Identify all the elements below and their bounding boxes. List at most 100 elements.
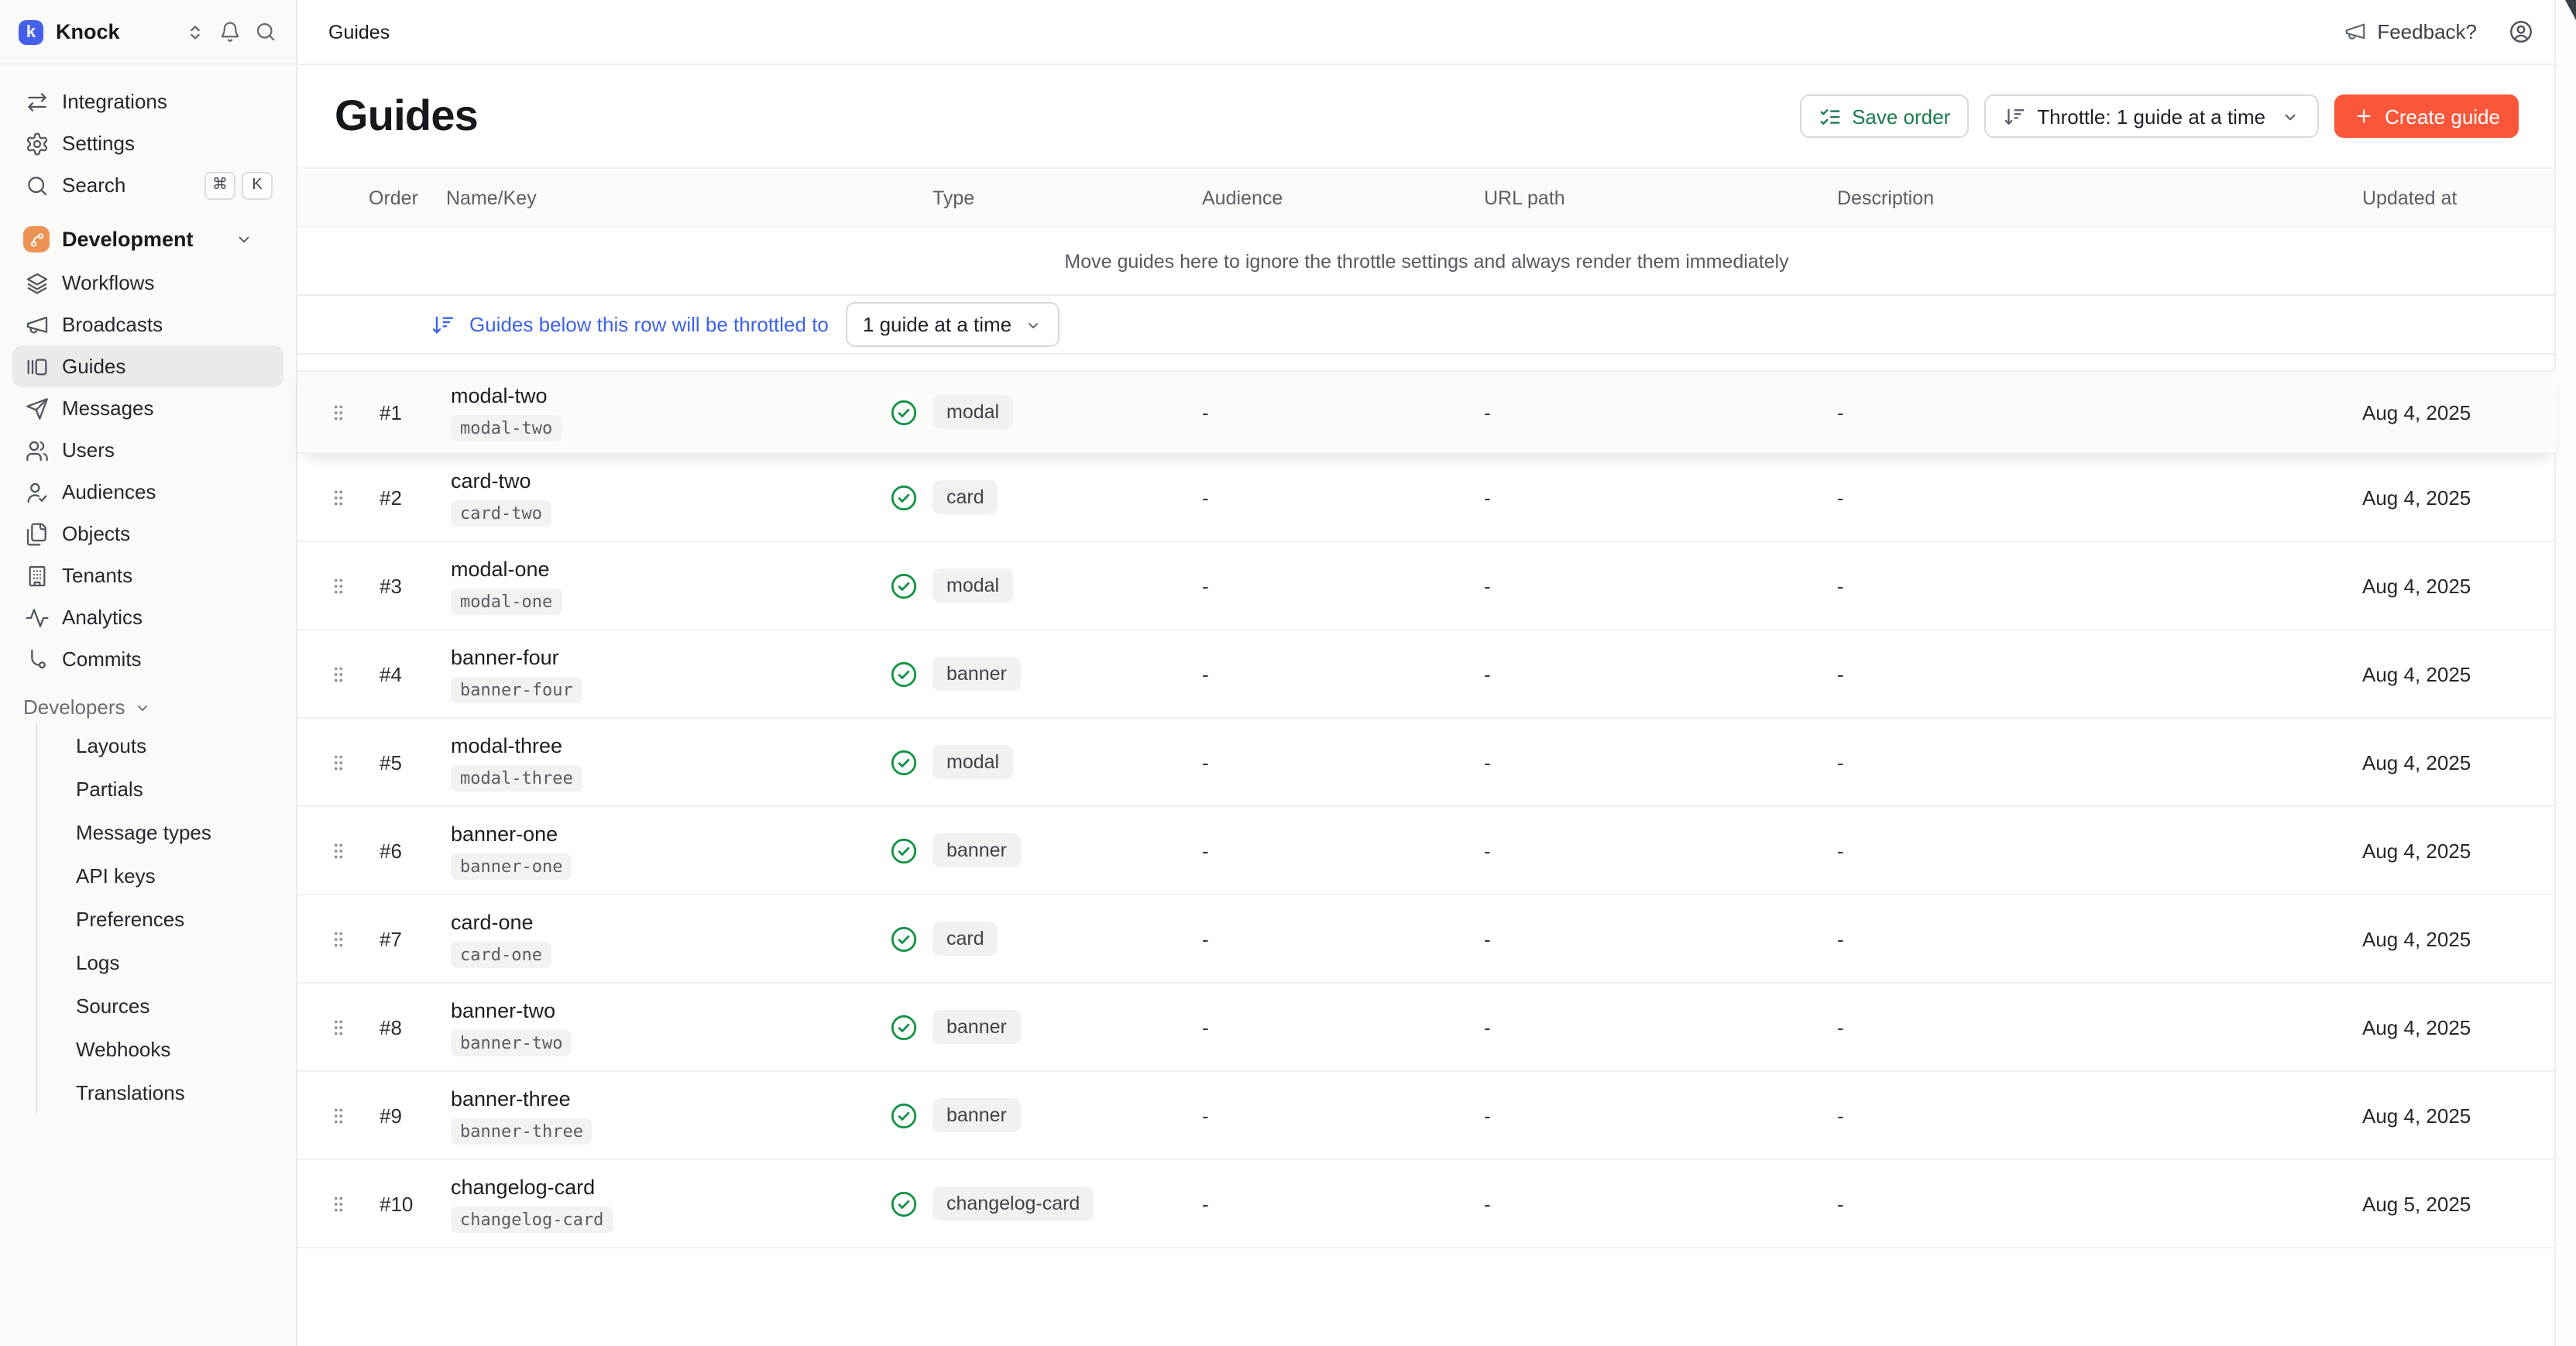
guide-order: #6: [369, 839, 446, 862]
drop-zone-notice: Move guides here to ignore the throttle …: [1064, 250, 1788, 272]
guide-audience: -: [1202, 486, 1484, 509]
drag-handle-icon[interactable]: [328, 1193, 369, 1214]
status-check-circle-icon: [889, 1012, 933, 1042]
column-header-name-key: Name/Key: [446, 187, 889, 208]
search-icon: [23, 173, 51, 197]
sidebar-item-broadcasts[interactable]: Broadcasts: [12, 304, 283, 345]
sidebar-subitem[interactable]: Message types: [37, 810, 283, 853]
guide-url-path: -: [1484, 574, 1837, 597]
developers-section-toggle[interactable]: Developers: [12, 695, 283, 719]
guide-order: #10: [369, 1192, 446, 1215]
guide-name: card-two: [451, 469, 531, 492]
user-avatar-icon[interactable]: [2508, 19, 2534, 45]
drag-handle-icon[interactable]: [328, 664, 369, 684]
feedback-button[interactable]: Feedback?: [2343, 20, 2477, 43]
guide-url-path: -: [1484, 486, 1837, 509]
table-row[interactable]: #3 modal-one modal-one modal - - - Aug 4…: [297, 542, 2556, 630]
guide-name-cell: card-two card-two: [446, 469, 889, 526]
table-row[interactable]: #6 banner-one banner-one banner - - - Au…: [297, 807, 2556, 895]
sidebar-item-settings[interactable]: Settings: [12, 122, 283, 164]
vertical-scrollbar[interactable]: [2554, 0, 2576, 1346]
sidebar-item-commits[interactable]: Commits: [12, 638, 283, 680]
table-row[interactable]: #9 banner-three banner-three banner - - …: [297, 1072, 2556, 1160]
guide-key-badge: card-two: [451, 500, 551, 526]
guide-type-badge: card: [933, 480, 998, 514]
guide-audience: -: [1202, 662, 1484, 685]
guide-type-badge: modal: [933, 745, 1013, 779]
table-row[interactable]: #7 card-one card-one card - - - Aug 4, 2…: [297, 895, 2556, 984]
environment-switcher[interactable]: Development: [12, 226, 283, 252]
guide-audience: -: [1202, 574, 1484, 597]
sidebar-subitem[interactable]: Sources: [37, 984, 283, 1027]
unthrottled-drop-zone[interactable]: Move guides here to ignore the throttle …: [297, 228, 2556, 294]
guide-description: -: [1837, 1104, 2362, 1127]
sidebar-subitem[interactable]: Translations: [37, 1070, 283, 1114]
sidebar-item-tenants[interactable]: Tenants: [12, 555, 283, 596]
sidebar-item-analytics[interactable]: Analytics: [12, 596, 283, 638]
guide-name: banner-three: [451, 1087, 571, 1110]
table-row[interactable]: #1 modal-two modal-two modal - - - Aug 4…: [297, 372, 2556, 454]
guide-url-path: -: [1484, 1192, 1837, 1215]
drag-handle-icon[interactable]: [328, 929, 369, 949]
create-guide-button[interactable]: Create guide: [2334, 94, 2519, 138]
guide-updated-at: Aug 4, 2025: [2362, 400, 2556, 424]
guide-order: #4: [369, 662, 446, 685]
megaphone-icon: [2343, 20, 2366, 43]
guide-key-badge: banner-one: [451, 853, 572, 879]
sidebar-subitem[interactable]: Logs: [37, 940, 283, 984]
guide-description: -: [1837, 927, 2362, 950]
sidebar-item-users[interactable]: Users: [12, 429, 283, 471]
sidebar-item-search[interactable]: Search ⌘ K: [12, 164, 283, 206]
table-row[interactable]: #10 changelog-card changelog-card change…: [297, 1160, 2556, 1248]
page-title: Guides: [335, 91, 478, 141]
paper-plane-icon: [23, 396, 51, 421]
sidebar-item-guides[interactable]: Guides: [12, 345, 283, 387]
sidebar-subitem[interactable]: API keys: [37, 853, 283, 897]
guide-key-badge: banner-four: [451, 676, 582, 702]
sidebar-item-workflows[interactable]: Workflows: [12, 262, 283, 304]
throttle-value-select[interactable]: 1 guide at a time: [846, 302, 1060, 347]
drag-handle-icon[interactable]: [328, 487, 369, 507]
bell-icon[interactable]: [218, 20, 242, 43]
breadcrumb[interactable]: Guides: [328, 21, 390, 43]
sidebar-subitem[interactable]: Webhooks: [37, 1027, 283, 1070]
table-row[interactable]: #2 card-two card-two card - - - Aug 4, 2…: [297, 454, 2556, 542]
throttle-divider-label: Guides below this row will be throttled …: [469, 313, 829, 336]
guide-name: modal-three: [451, 733, 562, 757]
drag-handle-icon[interactable]: [328, 402, 369, 422]
table-row[interactable]: #4 banner-four banner-four banner - - - …: [297, 630, 2556, 719]
search-icon[interactable]: [254, 20, 277, 43]
sidebar-item-label: Workflows: [62, 271, 154, 294]
guide-type-badge: banner: [933, 1098, 1021, 1132]
sidebar-item-integrations[interactable]: Integrations: [12, 81, 283, 122]
guide-name: changelog-card: [451, 1175, 595, 1198]
status-check-circle-icon: [889, 397, 933, 427]
files-icon: [23, 521, 51, 546]
drag-handle-icon[interactable]: [328, 840, 369, 860]
sidebar-subitem[interactable]: Preferences: [37, 897, 283, 940]
save-order-button[interactable]: Save order: [1799, 94, 1969, 138]
guide-name-cell: modal-one modal-one: [446, 557, 889, 614]
guide-order: #5: [369, 750, 446, 774]
table-row[interactable]: #5 modal-three modal-three modal - - - A…: [297, 719, 2556, 807]
sidebar-item-audiences[interactable]: Audiences: [12, 471, 283, 513]
environment-name: Development: [62, 228, 194, 251]
guide-audience: -: [1202, 839, 1484, 862]
workspace-switcher-icon[interactable]: [184, 21, 206, 43]
drag-handle-icon[interactable]: [328, 1017, 369, 1037]
throttle-dropdown-button[interactable]: Throttle: 1 guide at a time: [1984, 94, 2318, 138]
sidebar-subitem[interactable]: Partials: [37, 767, 283, 810]
guide-description: -: [1837, 1015, 2362, 1039]
page-actions: Save order Throttle: 1 guide at a time: [1799, 94, 2519, 138]
sidebar-subitem[interactable]: Layouts: [37, 723, 283, 767]
sidebar-item-objects[interactable]: Objects: [12, 513, 283, 555]
column-header-audience: Audience: [1202, 187, 1484, 208]
table-row[interactable]: #8 banner-two banner-two banner - - - Au…: [297, 984, 2556, 1072]
status-check-circle-icon: [889, 571, 933, 600]
sidebar-item-messages[interactable]: Messages: [12, 387, 283, 429]
drag-handle-icon[interactable]: [328, 752, 369, 772]
guide-name: modal-one: [451, 557, 550, 580]
drag-handle-icon[interactable]: [328, 1105, 369, 1125]
list-checks-icon: [1818, 105, 1841, 128]
drag-handle-icon[interactable]: [328, 575, 369, 596]
